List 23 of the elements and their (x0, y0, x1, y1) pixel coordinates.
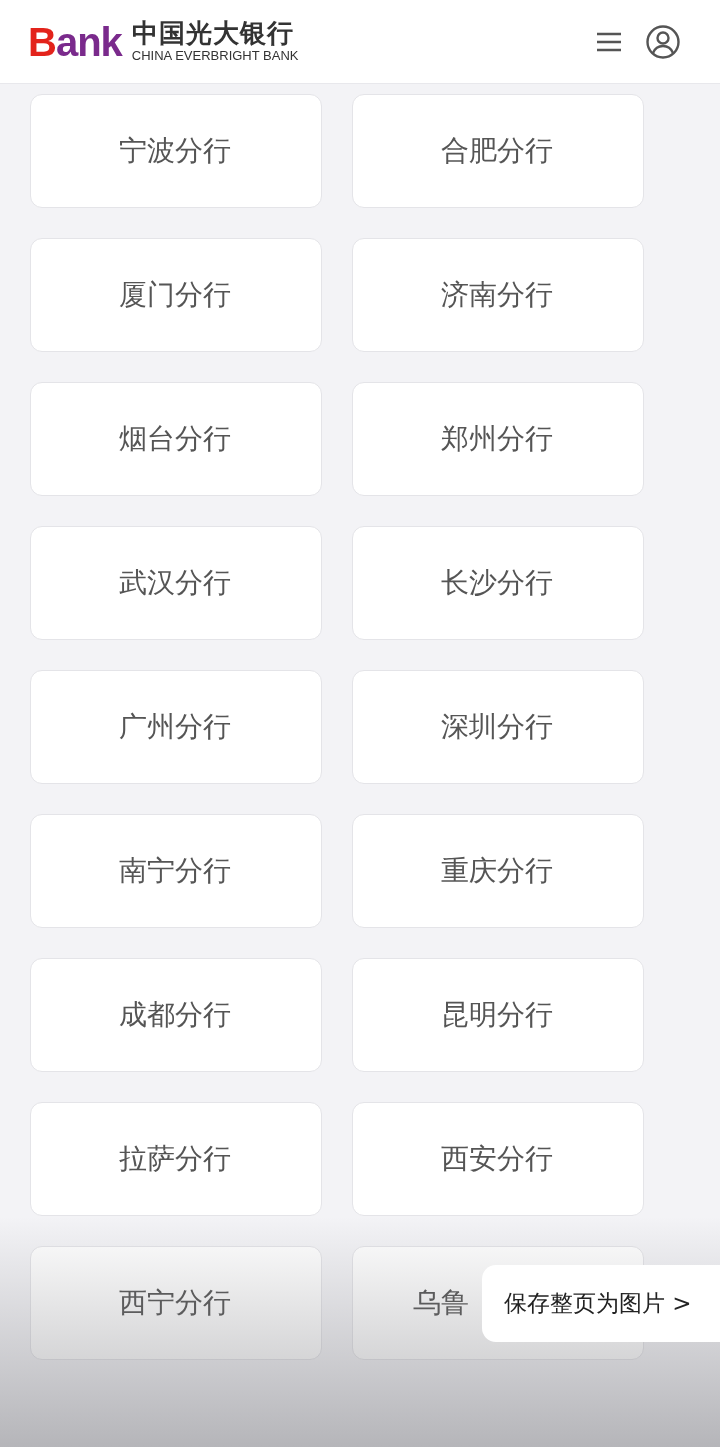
branch-card[interactable]: 厦门分行 (30, 238, 322, 352)
branch-card[interactable]: 成都分行 (30, 958, 322, 1072)
bank-name: 中国光大银行 (131, 19, 295, 48)
branch-card[interactable]: 西安分行 (352, 1102, 644, 1216)
branch-card[interactable]: 武汉分行 (30, 526, 322, 640)
user-icon[interactable] (646, 24, 680, 59)
branch-card[interactable]: 拉萨分行 (30, 1102, 322, 1216)
branch-card[interactable]: 烟台分行 (30, 382, 322, 496)
branch-card[interactable]: 南宁分行 (30, 814, 322, 928)
branch-card[interactable]: 西宁分行 (30, 1246, 322, 1360)
branch-card[interactable]: 宁波分行 (30, 94, 322, 208)
save-page-button[interactable]: 保存整页为图片 > (482, 1265, 720, 1342)
branch-card[interactable]: 重庆分行 (352, 814, 644, 928)
branch-card[interactable]: 昆明分行 (352, 958, 644, 1072)
menu-icon[interactable] (596, 31, 622, 52)
branch-card[interactable]: 长沙分行 (352, 526, 644, 640)
bank-logo: Bank (28, 21, 122, 62)
bank-name-english: CHINA EVERBRIGHT BANK (131, 48, 299, 64)
branch-card[interactable]: 济南分行 (352, 238, 644, 352)
branch-card[interactable]: 广州分行 (30, 670, 322, 784)
branch-card[interactable]: 郑州分行 (352, 382, 644, 496)
branch-card[interactable]: 合肥分行 (352, 94, 644, 208)
branch-card[interactable]: 深圳分行 (352, 670, 644, 784)
